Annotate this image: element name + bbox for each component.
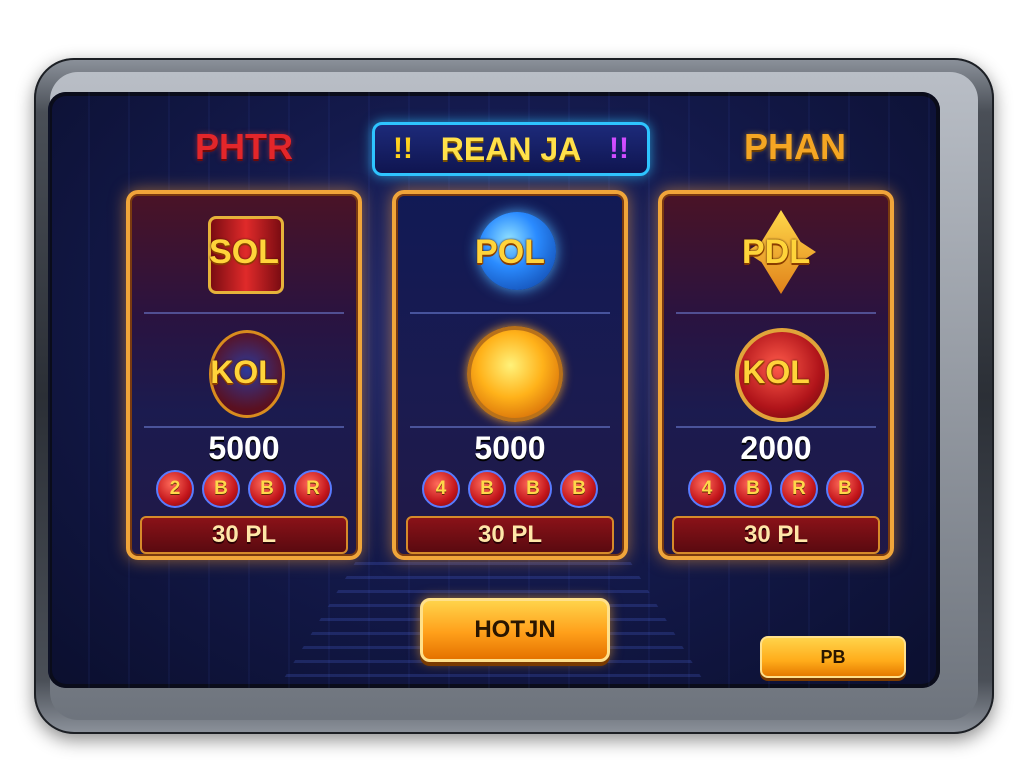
card-amount: 5000 xyxy=(208,430,280,466)
top-emblem-label: POL xyxy=(475,232,545,271)
ball-token: B xyxy=(560,470,598,508)
header-right-label: PHAN xyxy=(744,126,847,167)
price-button[interactable]: 30 PL xyxy=(672,516,880,554)
ball-row: 4 B R B xyxy=(662,470,890,508)
ball-row: 2 B B R xyxy=(130,470,358,508)
sun-emblem-icon xyxy=(455,324,565,422)
card-divider xyxy=(410,426,610,428)
title-right-mark: !! xyxy=(609,132,629,165)
price-button[interactable]: 30 PL xyxy=(406,516,614,554)
kol-emblem-icon: KOL xyxy=(721,324,831,422)
ball-row: 4 B B B xyxy=(396,470,624,508)
pol-emblem-icon: POL xyxy=(440,212,580,292)
ball-token: B xyxy=(734,470,772,508)
ball-token: B xyxy=(826,470,864,508)
pdl-emblem-icon: PDL xyxy=(706,210,846,294)
top-emblem-label: PDL xyxy=(742,232,810,271)
title-left-mark: !! xyxy=(393,132,413,165)
ball-token: B xyxy=(202,470,240,508)
card-amount: 2000 xyxy=(740,430,812,466)
card-amount: 5000 xyxy=(474,430,546,466)
offer-card-2[interactable]: POL 5000 4 B B B 30 PL xyxy=(392,190,628,560)
ball-token: B xyxy=(468,470,506,508)
card-divider xyxy=(144,312,344,314)
card-divider xyxy=(676,312,876,314)
ball-token: R xyxy=(294,470,332,508)
main-action-button[interactable]: HOTJN xyxy=(420,598,610,662)
sol-emblem-icon: SOL xyxy=(174,212,314,294)
ball-token: 4 xyxy=(688,470,726,508)
card-divider xyxy=(144,426,344,428)
card-divider xyxy=(676,426,876,428)
price-button[interactable]: 30 PL xyxy=(140,516,348,554)
ball-token: 4 xyxy=(422,470,460,508)
ball-token: B xyxy=(248,470,286,508)
ball-token: B xyxy=(514,470,552,508)
mid-emblem-label: KOL xyxy=(210,353,278,390)
sun-orb-icon xyxy=(467,326,563,422)
mid-emblem-label: KOL xyxy=(742,353,810,390)
offer-card-1[interactable]: SOL KOL 5000 2 B B R 30 PL xyxy=(126,190,362,560)
ball-token: 2 xyxy=(156,470,194,508)
top-emblem-label: SOL xyxy=(209,232,279,271)
ball-token: R xyxy=(780,470,818,508)
header-left-label: PHTR xyxy=(195,126,293,167)
offer-card-3[interactable]: PDL KOL 2000 4 B R B 30 PL xyxy=(658,190,894,560)
card-divider xyxy=(410,312,610,314)
kol-emblem-icon: KOL xyxy=(189,324,299,420)
title-banner: !! REAN JA !! xyxy=(372,122,650,176)
secondary-action-button[interactable]: PB xyxy=(760,636,906,678)
page-title: REAN JA xyxy=(440,130,582,167)
